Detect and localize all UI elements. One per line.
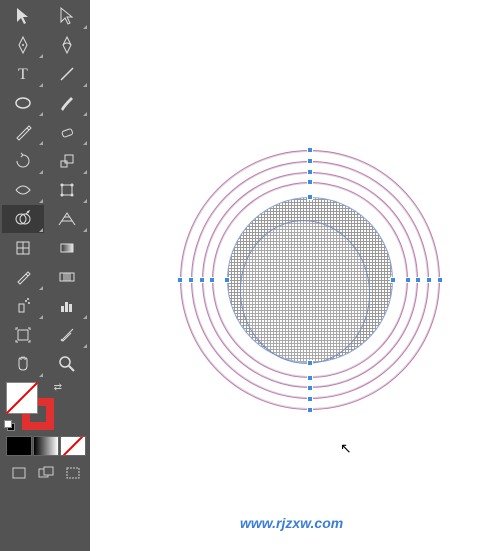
- selection-handle-e[interactable]: [437, 277, 443, 283]
- selection-handle-e4[interactable]: [405, 277, 411, 283]
- selection-handle-w[interactable]: [177, 277, 183, 283]
- fill-stroke-indicator[interactable]: ⇄: [6, 382, 56, 432]
- cursor-indicator: ↖: [340, 440, 352, 457]
- mesh-tool[interactable]: [2, 234, 44, 262]
- line-segment-tool[interactable]: [46, 60, 88, 88]
- gradient-tool[interactable]: [46, 234, 88, 262]
- perspective-grid-tool[interactable]: [46, 205, 88, 233]
- draw-normal-mode[interactable]: [6, 462, 32, 484]
- draw-behind-mode[interactable]: [33, 462, 59, 484]
- color-mode-row: [6, 436, 86, 456]
- artwork-concentric-circles[interactable]: [180, 150, 440, 410]
- screen-mode-row: [6, 462, 86, 484]
- width-tool[interactable]: [2, 176, 44, 204]
- tool-grid: T: [2, 2, 88, 378]
- selection-tool[interactable]: [2, 2, 44, 30]
- rotate-tool[interactable]: [2, 147, 44, 175]
- selection-handle-s2[interactable]: [307, 396, 313, 402]
- selection-handle-n3[interactable]: [307, 169, 313, 175]
- curvature-tool[interactable]: [46, 31, 88, 59]
- selection-handle-w3[interactable]: [199, 277, 205, 283]
- selection-handle-e3[interactable]: [415, 277, 421, 283]
- selection-handle-w4[interactable]: [209, 277, 215, 283]
- direct-selection-tool[interactable]: [46, 2, 88, 30]
- slice-tool[interactable]: [46, 321, 88, 349]
- tools-panel: T ⇄: [0, 0, 90, 551]
- fill-swatch[interactable]: [6, 382, 38, 414]
- artboard-tool[interactable]: [2, 321, 44, 349]
- selection-handle-w5[interactable]: [224, 277, 230, 283]
- selection-handle-e5[interactable]: [390, 277, 396, 283]
- selection-handle-n4[interactable]: [307, 179, 313, 185]
- column-graph-tool[interactable]: [46, 292, 88, 320]
- selection-handle-s3[interactable]: [307, 385, 313, 391]
- svg-text:T: T: [18, 66, 28, 83]
- selection-handle-s[interactable]: [307, 407, 313, 413]
- scale-tool[interactable]: [46, 147, 88, 175]
- color-mode-gradient[interactable]: [33, 436, 59, 456]
- swap-fill-stroke-icon[interactable]: ⇄: [54, 382, 62, 393]
- zoom-tool[interactable]: [46, 350, 88, 378]
- type-tool[interactable]: T: [2, 60, 44, 88]
- pen-tool[interactable]: [2, 31, 44, 59]
- pencil-tool[interactable]: [2, 118, 44, 146]
- selection-handle-s4[interactable]: [307, 375, 313, 381]
- blend-tool[interactable]: [46, 263, 88, 291]
- hand-tool[interactable]: [2, 350, 44, 378]
- default-fill-stroke-icon[interactable]: [4, 420, 16, 432]
- color-mode-none[interactable]: [60, 436, 86, 456]
- canvas[interactable]: ↖ www.rjzxw.com: [90, 0, 501, 551]
- shape-builder-tool[interactable]: [2, 205, 44, 233]
- free-transform-tool[interactable]: [46, 176, 88, 204]
- selection-handle-n2[interactable]: [307, 158, 313, 164]
- watermark-text: www.rjzxw.com: [240, 515, 343, 531]
- eyedropper-tool[interactable]: [2, 263, 44, 291]
- color-mode-solid[interactable]: [6, 436, 32, 456]
- selection-handle-s5[interactable]: [307, 360, 313, 366]
- eraser-tool[interactable]: [46, 118, 88, 146]
- selection-handle-e2[interactable]: [426, 277, 432, 283]
- paintbrush-tool[interactable]: [46, 89, 88, 117]
- selection-handle-n[interactable]: [307, 147, 313, 153]
- fill-stroke-area: ⇄: [2, 378, 88, 486]
- ellipse-tool[interactable]: [2, 89, 44, 117]
- symbol-sprayer-tool[interactable]: [2, 292, 44, 320]
- selection-handle-w2[interactable]: [188, 277, 194, 283]
- selection-handle-n5[interactable]: [307, 194, 313, 200]
- draw-inside-mode[interactable]: [60, 462, 86, 484]
